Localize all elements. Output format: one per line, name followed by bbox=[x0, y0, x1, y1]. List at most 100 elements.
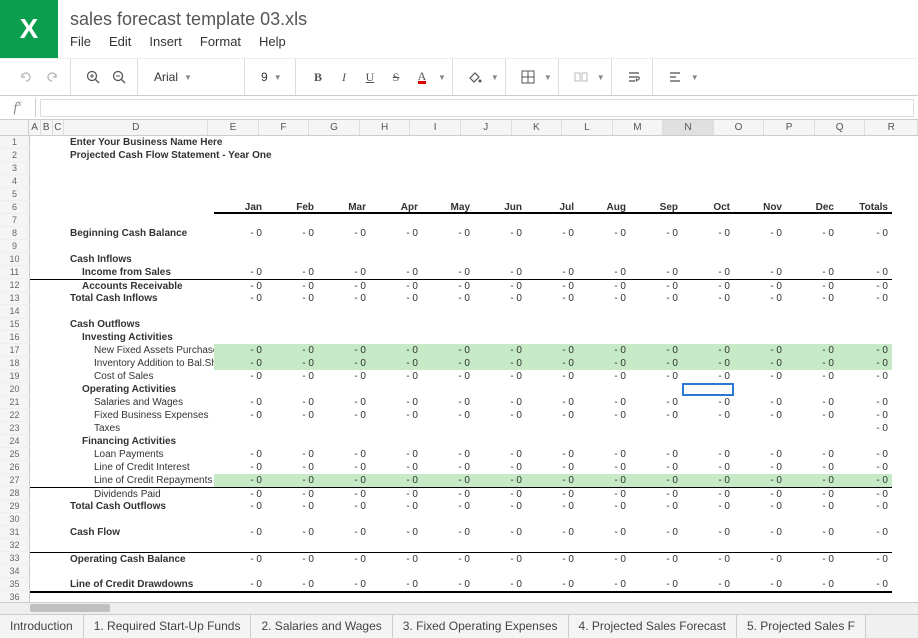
cell-value[interactable]: - 0 bbox=[474, 396, 526, 409]
row-header-12[interactable]: 12 bbox=[0, 279, 30, 292]
cell-value[interactable]: - 0 bbox=[786, 409, 838, 422]
cell-value[interactable]: - 0 bbox=[734, 474, 786, 487]
cell-value[interactable]: - 0 bbox=[526, 279, 578, 292]
spreadsheet-grid[interactable]: ABCDEFGHIJKLMNOPQR 1Enter Your Business … bbox=[0, 120, 918, 614]
cell-value[interactable] bbox=[526, 422, 578, 435]
row-header-18[interactable]: 18 bbox=[0, 357, 30, 370]
cell-value[interactable] bbox=[422, 422, 474, 435]
cell-value[interactable]: - 0 bbox=[838, 461, 892, 474]
cell-value[interactable]: - 0 bbox=[578, 500, 630, 513]
cell-value[interactable]: - 0 bbox=[734, 344, 786, 357]
row-header-30[interactable]: 30 bbox=[0, 513, 30, 526]
zoom-out-icon[interactable] bbox=[107, 65, 131, 89]
cell-value[interactable]: - 0 bbox=[474, 279, 526, 292]
cell-value[interactable]: - 0 bbox=[578, 396, 630, 409]
cell-value[interactable]: - 0 bbox=[630, 409, 682, 422]
cell-value[interactable]: - 0 bbox=[422, 578, 474, 591]
cell-value[interactable] bbox=[630, 422, 682, 435]
cell-label[interactable]: Operating Cash Balance bbox=[66, 552, 214, 565]
cell-value[interactable]: - 0 bbox=[422, 279, 474, 292]
column-header-G[interactable]: G bbox=[309, 120, 360, 135]
column-header-J[interactable]: J bbox=[461, 120, 512, 135]
cell-value[interactable]: - 0 bbox=[734, 292, 786, 305]
cell-value[interactable]: - 0 bbox=[578, 552, 630, 565]
cell-value[interactable]: - 0 bbox=[786, 357, 838, 370]
sheet-tab[interactable]: 1. Required Start-Up Funds bbox=[84, 615, 252, 638]
underline-icon[interactable]: U bbox=[358, 65, 382, 89]
cell-value[interactable]: - 0 bbox=[214, 344, 266, 357]
cell-value[interactable]: - 0 bbox=[630, 487, 682, 500]
row-header-27[interactable]: 27 bbox=[0, 474, 30, 487]
cell-value[interactable]: - 0 bbox=[526, 292, 578, 305]
cell-value[interactable]: - 0 bbox=[630, 526, 682, 539]
cell-value[interactable]: - 0 bbox=[266, 474, 318, 487]
cell-label[interactable]: Fixed Business Expenses bbox=[66, 409, 214, 422]
chevron-down-icon[interactable]: ▼ bbox=[597, 73, 605, 82]
month-header[interactable]: Jul bbox=[526, 201, 578, 214]
cell-value[interactable]: - 0 bbox=[734, 396, 786, 409]
cell-value[interactable]: - 0 bbox=[474, 500, 526, 513]
row-header-7[interactable]: 7 bbox=[0, 214, 30, 227]
cell-value[interactable]: - 0 bbox=[474, 357, 526, 370]
cell-value[interactable] bbox=[266, 422, 318, 435]
row-header-17[interactable]: 17 bbox=[0, 344, 30, 357]
cell-value[interactable]: - 0 bbox=[578, 526, 630, 539]
text-color-icon[interactable]: A bbox=[410, 65, 434, 89]
cell-value[interactable]: - 0 bbox=[266, 526, 318, 539]
cell-label[interactable]: Salaries and Wages bbox=[66, 396, 214, 409]
row-header-29[interactable]: 29 bbox=[0, 500, 30, 513]
month-header[interactable]: Dec bbox=[786, 201, 838, 214]
cell-value[interactable]: - 0 bbox=[422, 292, 474, 305]
row-header-26[interactable]: 26 bbox=[0, 461, 30, 474]
sheet-tab[interactable]: 2. Salaries and Wages bbox=[251, 615, 392, 638]
cell-value[interactable]: - 0 bbox=[578, 370, 630, 383]
cell-label[interactable]: Line of Credit Interest bbox=[66, 461, 214, 474]
cell-value[interactable]: - 0 bbox=[422, 500, 474, 513]
cell-value[interactable]: - 0 bbox=[422, 357, 474, 370]
month-header[interactable]: Sep bbox=[630, 201, 682, 214]
month-header[interactable]: Aug bbox=[578, 201, 630, 214]
cell-value[interactable]: - 0 bbox=[370, 266, 422, 279]
cell-value[interactable]: - 0 bbox=[214, 461, 266, 474]
cell-value[interactable]: - 0 bbox=[682, 487, 734, 500]
column-header-O[interactable]: O bbox=[714, 120, 765, 135]
cell-value[interactable]: - 0 bbox=[214, 227, 266, 240]
cell-value[interactable]: - 0 bbox=[682, 461, 734, 474]
row-header-8[interactable]: 8 bbox=[0, 227, 30, 240]
cell-value[interactable]: - 0 bbox=[630, 266, 682, 279]
cell-value[interactable]: - 0 bbox=[474, 578, 526, 591]
cell-value[interactable]: - 0 bbox=[526, 526, 578, 539]
cell-value[interactable] bbox=[214, 422, 266, 435]
cell-value[interactable]: - 0 bbox=[630, 552, 682, 565]
column-header-M[interactable]: M bbox=[613, 120, 664, 135]
cell-value[interactable]: - 0 bbox=[682, 357, 734, 370]
cell-value[interactable]: - 0 bbox=[786, 526, 838, 539]
cell-value[interactable]: - 0 bbox=[266, 500, 318, 513]
row-header-36[interactable]: 36 bbox=[0, 591, 30, 602]
column-header-K[interactable]: K bbox=[512, 120, 563, 135]
cell-value[interactable]: - 0 bbox=[318, 279, 370, 292]
cell-value[interactable]: - 0 bbox=[266, 279, 318, 292]
cell-value[interactable]: - 0 bbox=[474, 266, 526, 279]
cell-value[interactable]: - 0 bbox=[370, 292, 422, 305]
cell-value[interactable]: - 0 bbox=[422, 396, 474, 409]
cell-value[interactable]: - 0 bbox=[370, 227, 422, 240]
cell-value[interactable]: - 0 bbox=[682, 266, 734, 279]
cell-value[interactable]: - 0 bbox=[526, 500, 578, 513]
row-header-35[interactable]: 35 bbox=[0, 578, 30, 591]
cell-value[interactable]: - 0 bbox=[682, 279, 734, 292]
cell-value[interactable]: - 0 bbox=[578, 448, 630, 461]
cell-value[interactable]: - 0 bbox=[214, 448, 266, 461]
cell-value[interactable]: - 0 bbox=[266, 409, 318, 422]
cell-value[interactable]: - 0 bbox=[838, 474, 892, 487]
cell-value[interactable]: - 0 bbox=[786, 474, 838, 487]
cell-value[interactable]: - 0 bbox=[786, 448, 838, 461]
cell-value[interactable]: - 0 bbox=[422, 552, 474, 565]
cell-value[interactable]: - 0 bbox=[422, 461, 474, 474]
cell-value[interactable]: - 0 bbox=[526, 461, 578, 474]
cell-label[interactable]: Dividends Paid bbox=[66, 487, 214, 500]
cell-value[interactable]: - 0 bbox=[214, 357, 266, 370]
month-header[interactable]: May bbox=[422, 201, 474, 214]
cell-label[interactable]: Accounts Receivable bbox=[66, 279, 214, 292]
cell-value[interactable]: - 0 bbox=[734, 526, 786, 539]
